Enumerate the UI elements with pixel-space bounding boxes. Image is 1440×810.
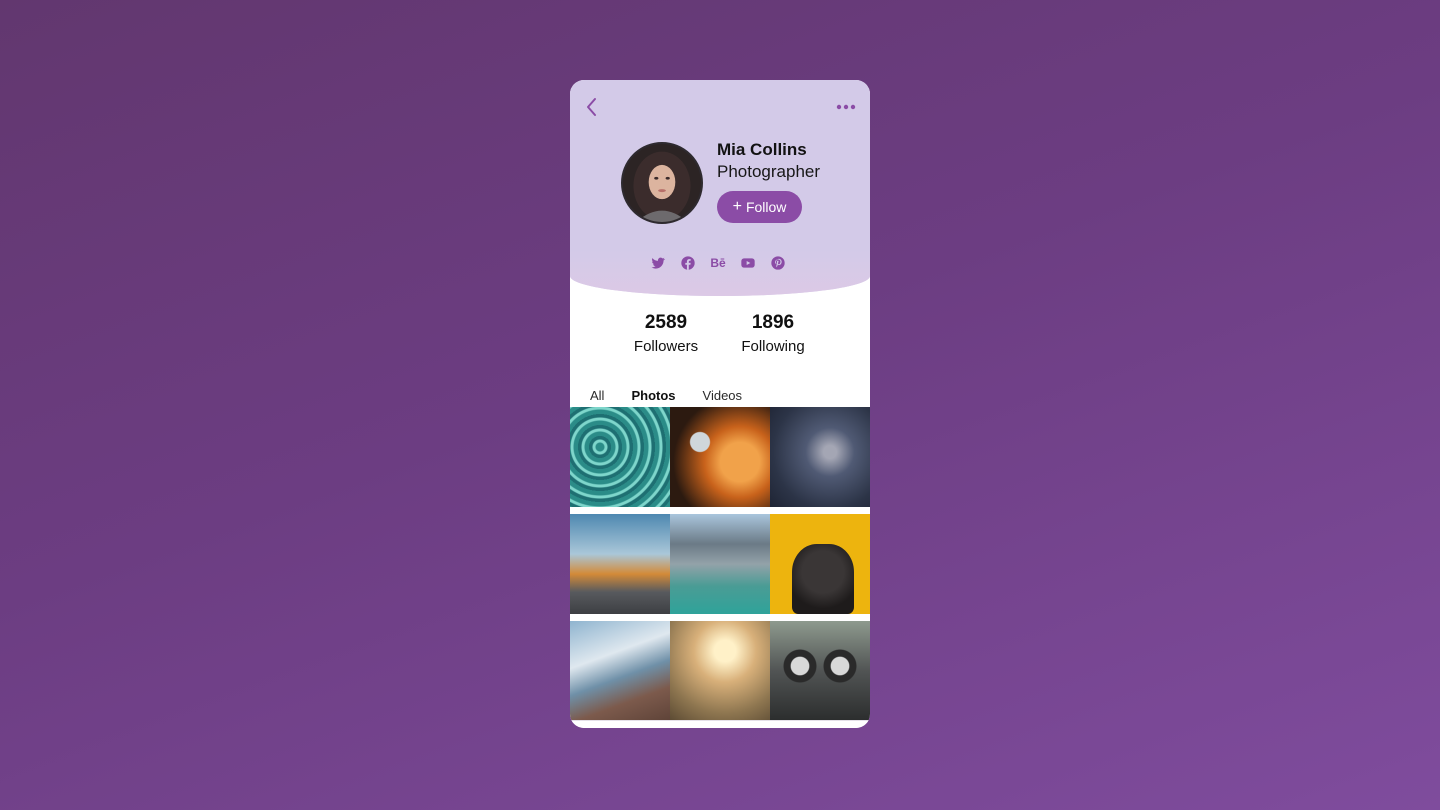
more-horizontal-icon [836, 104, 856, 110]
photo-autumn-road[interactable] [570, 514, 670, 614]
profile-role: Photographer [717, 162, 821, 181]
pug-shape [792, 544, 854, 614]
photo-pug[interactable] [770, 514, 870, 614]
pinterest-link[interactable] [770, 255, 786, 271]
profile-name: Mia Collins [717, 140, 807, 159]
follow-button[interactable]: + Follow [717, 191, 802, 223]
photo-grid [570, 407, 870, 721]
facebook-icon [681, 256, 695, 270]
youtube-icon [741, 258, 755, 268]
followers-count: 2589 [644, 312, 688, 333]
youtube-link[interactable] [740, 255, 756, 271]
photo-sailboat[interactable] [570, 621, 670, 721]
bottom-edge [570, 720, 870, 728]
content-tabs: All Photos Videos [590, 388, 742, 409]
photo-campfire[interactable] [670, 407, 770, 507]
twitter-link[interactable] [650, 255, 666, 271]
avatar-portrait [633, 151, 691, 222]
photo-pool-water[interactable] [570, 407, 670, 507]
photo-mountain-lake[interactable] [670, 514, 770, 614]
avatar[interactable] [621, 142, 703, 224]
follow-label: Follow [745, 199, 787, 215]
following-label: Following [741, 338, 805, 355]
pinterest-icon [771, 256, 785, 270]
following-count: 1896 [751, 312, 795, 333]
followers-label: Followers [633, 338, 699, 355]
following-stat[interactable]: 1896 Following [736, 312, 810, 355]
photo-storm-clouds[interactable] [770, 407, 870, 507]
profile-screen: Mia Collins Photographer + Follow Bē 258… [570, 80, 870, 728]
tab-videos[interactable]: Videos [703, 388, 743, 409]
back-button[interactable] [584, 96, 600, 118]
more-options-button[interactable] [836, 100, 856, 112]
facebook-link[interactable] [680, 255, 696, 271]
behance-icon: Bē [710, 256, 726, 270]
behance-link[interactable]: Bē [710, 255, 726, 271]
followers-stat[interactable]: 2589 Followers [630, 312, 702, 355]
plus-icon: + [732, 198, 742, 215]
photo-vintage-car[interactable] [770, 621, 870, 721]
tab-photos[interactable]: Photos [631, 388, 676, 409]
twitter-icon [651, 257, 665, 269]
social-links: Bē [650, 255, 786, 271]
photo-golden-grass[interactable] [670, 621, 770, 721]
tab-all[interactable]: All [590, 388, 604, 409]
chevron-left-icon [587, 98, 596, 116]
